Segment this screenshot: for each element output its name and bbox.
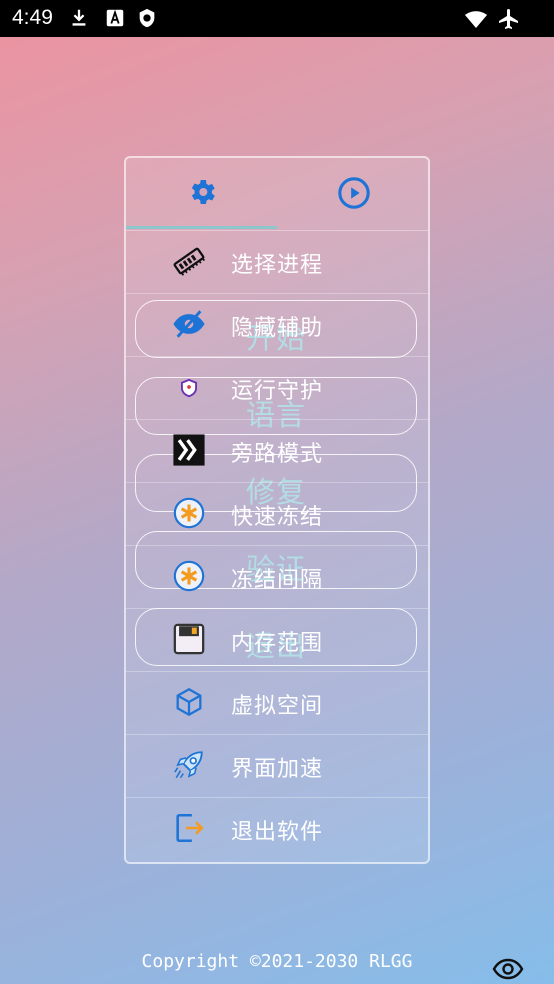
menu-item-label: 退出软件: [231, 820, 324, 845]
shield-icon: [180, 378, 198, 398]
menu-item-label: 旁路模式: [231, 442, 324, 467]
floating-menu-panel: 选择进程 隐藏辅助 运行守护 旁路模式 快速冻结 冻结间隔 内存范围 虚拟空间 …: [124, 156, 430, 864]
wifi-icon: [465, 11, 487, 28]
menu-item-label: 虚拟空间: [231, 694, 324, 719]
menu-item-label: 隐藏辅助: [231, 316, 324, 341]
cube-icon: [176, 687, 202, 717]
floppy-disk-icon: [173, 623, 205, 655]
menu-item-hide-assist[interactable]: 隐藏辅助: [126, 293, 428, 357]
status-time: 4:49: [12, 6, 53, 29]
menu-item-bypass-mode[interactable]: 旁路模式: [126, 419, 428, 483]
menu-item-run-guard[interactable]: 运行守护: [126, 356, 428, 420]
menu-item-label: 冻结间隔: [231, 568, 324, 593]
exit-icon: [176, 813, 204, 843]
play-circle-icon: [338, 177, 370, 209]
bypass-arrows-icon: [173, 434, 205, 466]
eye-icon[interactable]: [492, 955, 524, 983]
menu-item-ui-acceleration[interactable]: 界面加速: [126, 734, 428, 798]
menu-item-label: 快速冻结: [231, 505, 324, 530]
snowflake-icon: [173, 497, 205, 529]
menu-item-memory-range[interactable]: 内存范围: [126, 608, 428, 672]
menu-item-freeze-interval[interactable]: 冻结间隔: [126, 545, 428, 609]
memory-chip-icon: [173, 247, 206, 276]
tab-play[interactable]: [277, 158, 428, 230]
menu-item-label: 运行守护: [231, 379, 324, 404]
download-icon: [72, 9, 86, 26]
tab-indicator: [126, 226, 277, 229]
copyright-text: Copyright ©2021-2030 RLGG: [141, 951, 413, 972]
menu-item-label: 选择进程: [231, 253, 324, 278]
menu-item-exit-app[interactable]: 退出软件: [126, 797, 428, 860]
panel-tabs: [126, 158, 428, 231]
snowflake-icon: [173, 560, 205, 592]
menu-item-virtual-space[interactable]: 虚拟空间: [126, 671, 428, 735]
shield-app-icon: [139, 8, 155, 28]
menu-item-label: 界面加速: [231, 757, 324, 782]
airplane-icon: [499, 9, 518, 29]
menu-item-label: 内存范围: [231, 631, 324, 656]
gear-icon: [191, 180, 215, 204]
status-bar: 4:49: [0, 0, 554, 37]
a-box-icon: [106, 9, 124, 27]
tab-settings[interactable]: [126, 158, 277, 230]
eye-off-icon: [173, 310, 205, 338]
menu-item-quick-freeze[interactable]: 快速冻结: [126, 482, 428, 546]
rocket-icon: [174, 751, 203, 779]
menu-item-select-process[interactable]: 选择进程: [126, 230, 428, 294]
